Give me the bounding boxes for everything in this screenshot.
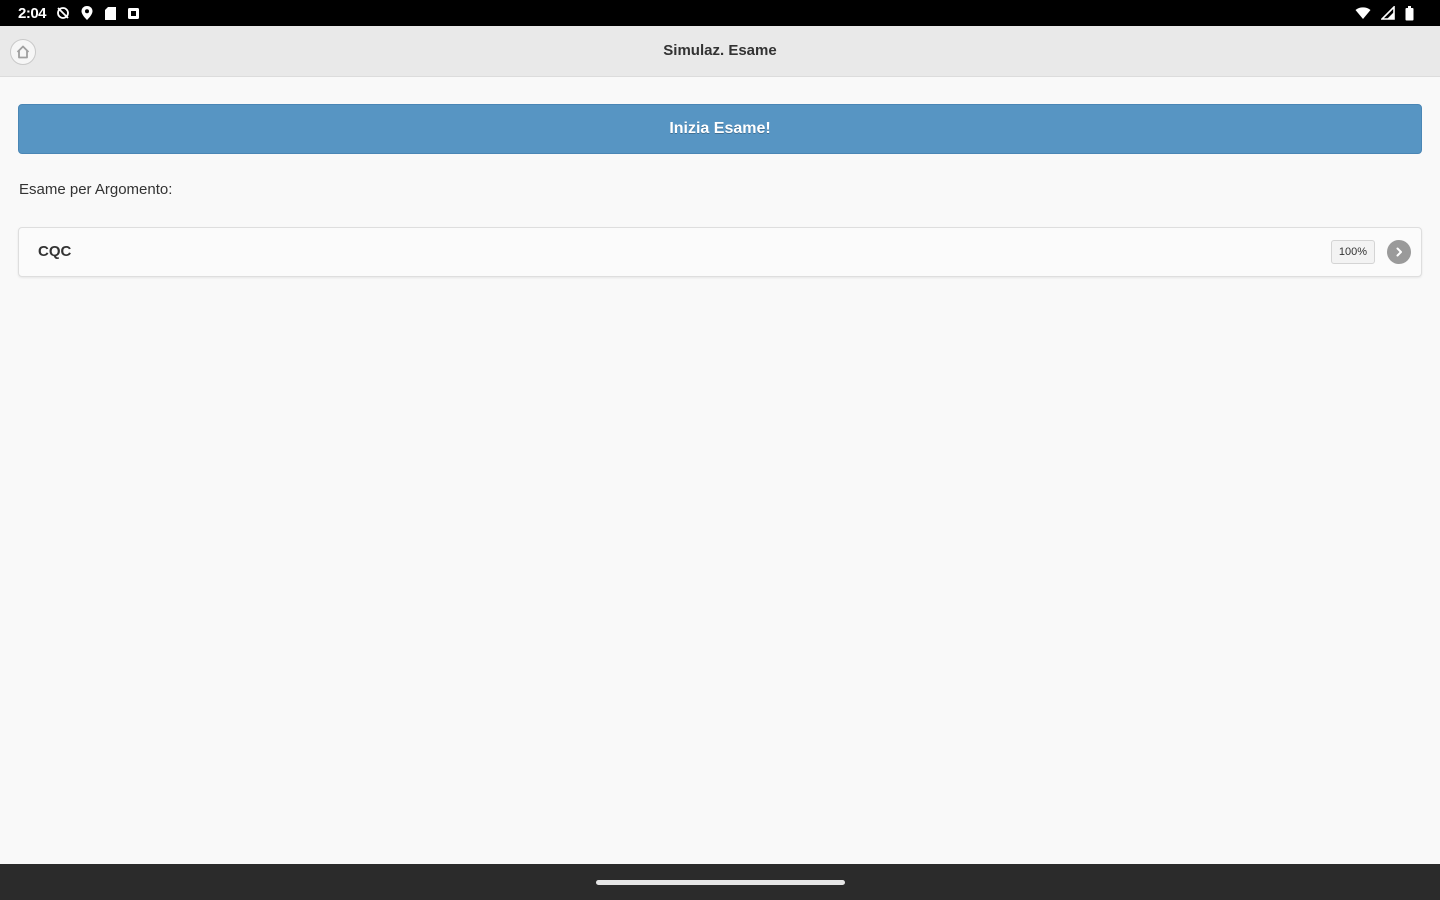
sd-card-icon (104, 6, 117, 21)
app-header: Simulaz. Esame (0, 26, 1440, 77)
status-bar: 2:04 (0, 0, 1440, 26)
start-exam-button[interactable]: Inizia Esame! (18, 104, 1422, 154)
chevron-right-icon (1387, 240, 1411, 264)
topic-label: CQC (38, 243, 72, 260)
topic-count-badge: 100% (1330, 240, 1375, 264)
sync-off-icon (56, 6, 70, 20)
battery-icon (1405, 5, 1414, 21)
signal-icon (1381, 6, 1395, 20)
home-gesture-handle[interactable] (596, 880, 845, 885)
navigation-bar (0, 864, 1440, 900)
wifi-icon (1355, 6, 1371, 20)
status-right (1355, 5, 1414, 21)
section-label: Esame per Argomento: (19, 181, 173, 198)
page-title: Simulaz. Esame (663, 42, 777, 59)
status-time: 2:04 (18, 4, 47, 22)
location-icon (80, 5, 94, 21)
topic-item-cqc[interactable]: CQC 100% (18, 227, 1422, 277)
notification-icon (127, 7, 140, 20)
status-left: 2:04 (18, 5, 140, 22)
